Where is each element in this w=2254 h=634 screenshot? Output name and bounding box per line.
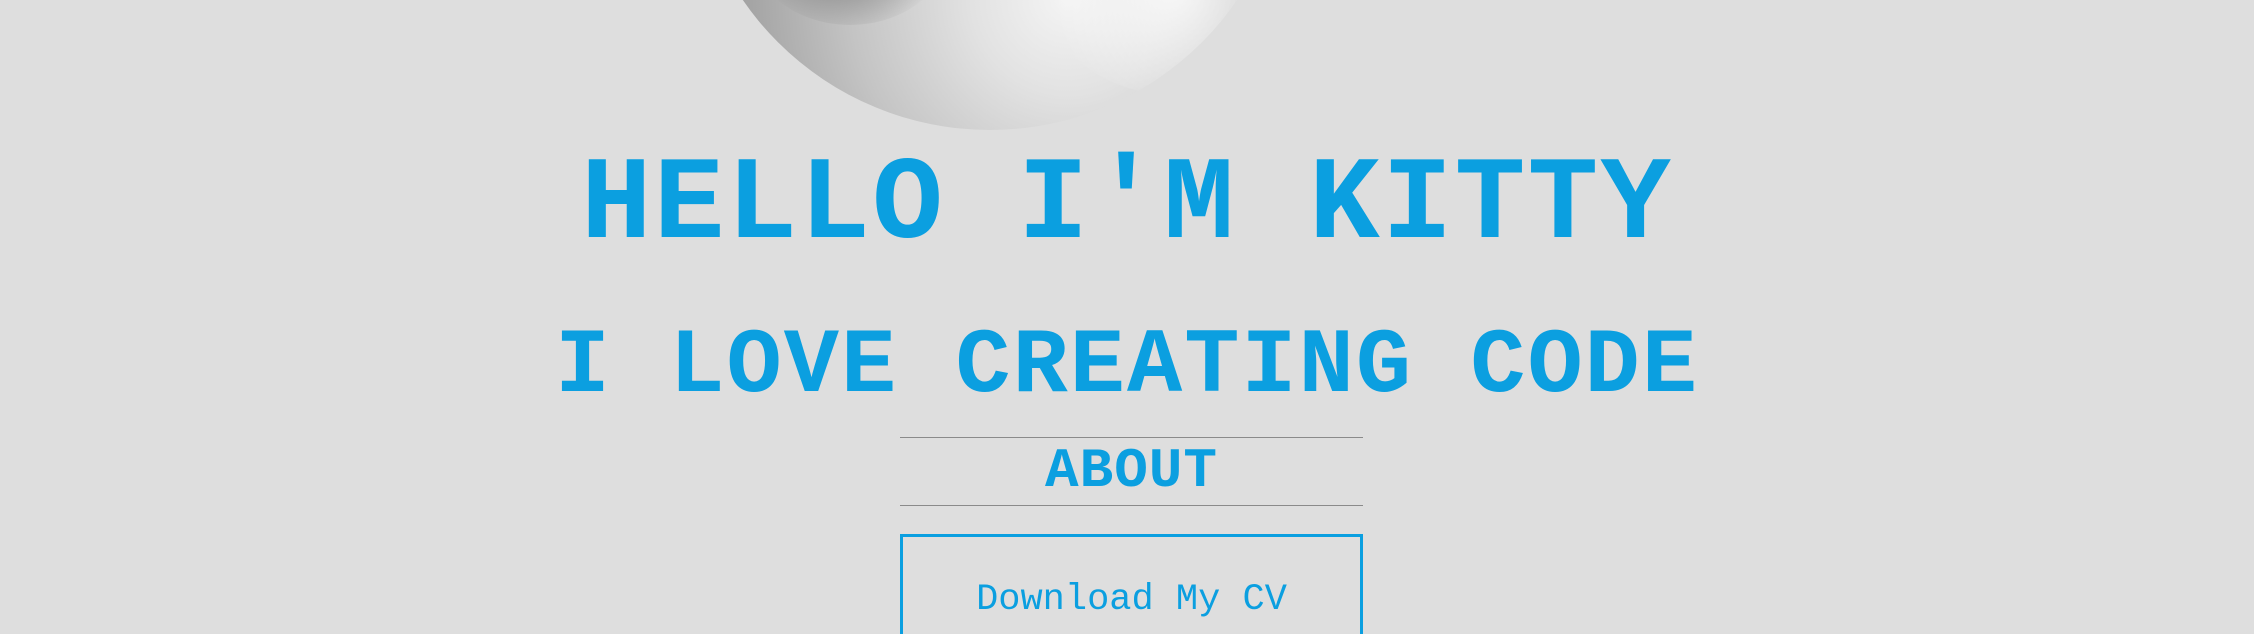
hero-subtitle: I LOVE CREATING CODE bbox=[554, 314, 1700, 419]
avatar-shadow bbox=[745, 0, 955, 25]
about-link[interactable]: ABOUT bbox=[900, 437, 1363, 506]
profile-avatar bbox=[690, 0, 1290, 130]
avatar-highlight bbox=[1045, 0, 1290, 95]
hero-title: HELLO I'M KITTY bbox=[580, 140, 1674, 273]
download-cv-button[interactable]: Download My CV bbox=[900, 534, 1363, 634]
